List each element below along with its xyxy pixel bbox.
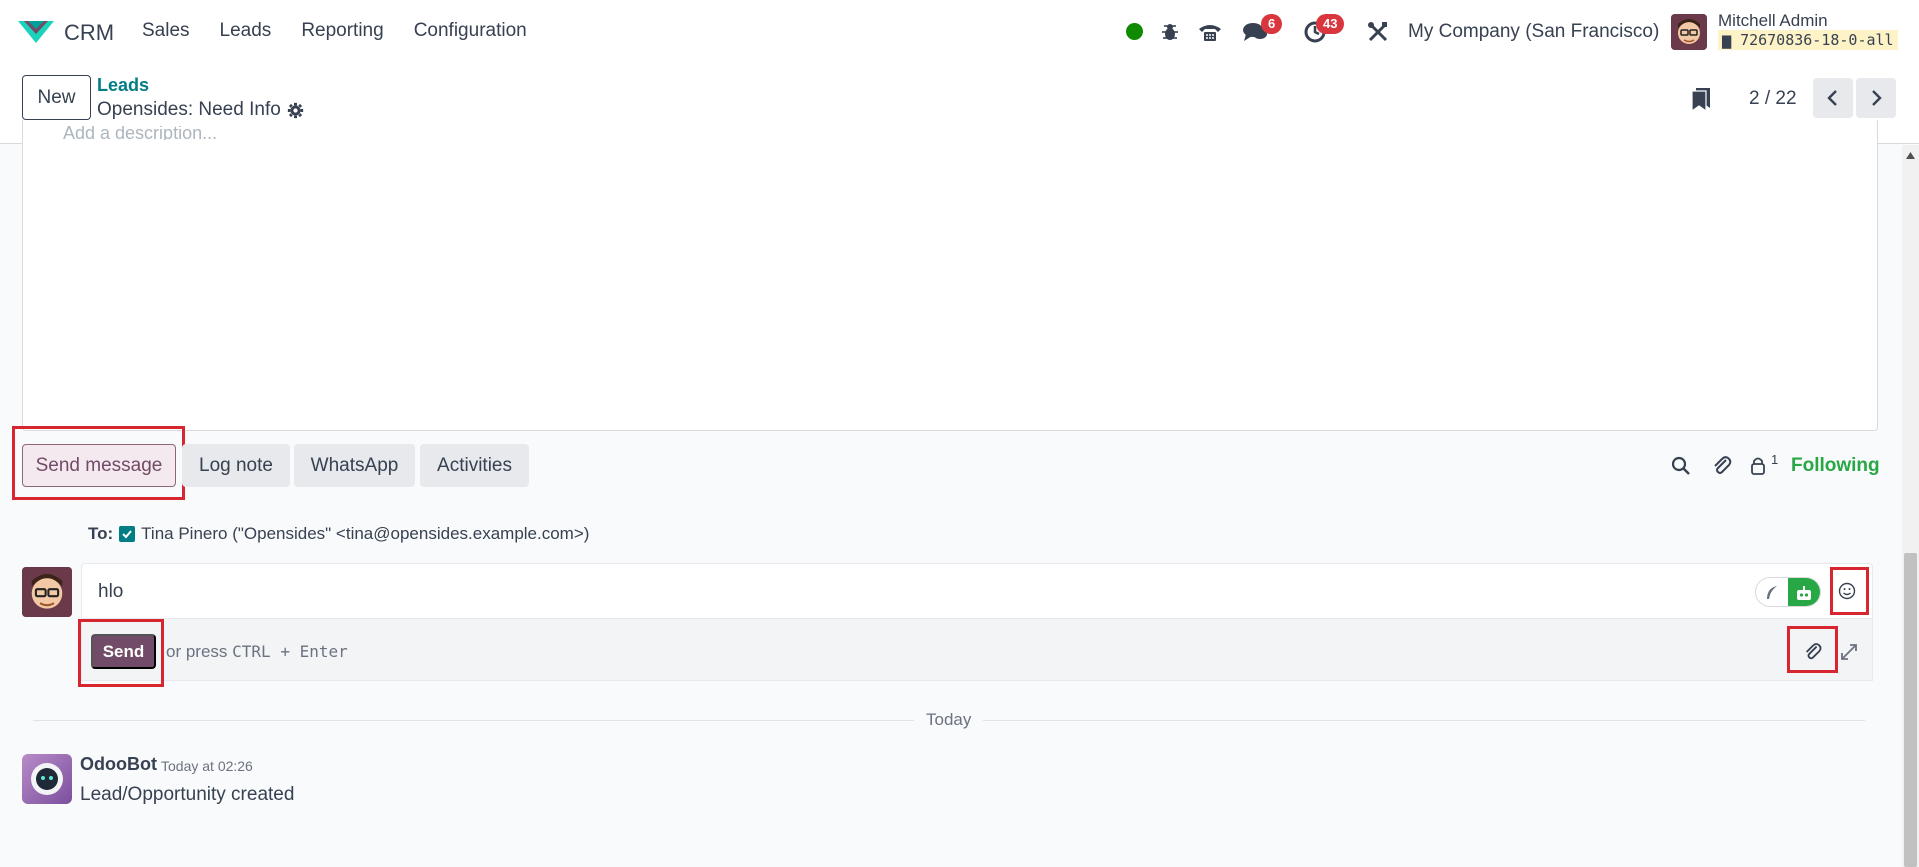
database-name-text: 72670836-18-0-all [1740,31,1894,49]
attachment-icon[interactable] [1708,452,1736,480]
gear-icon[interactable] [287,102,304,119]
activities-count-badge: 43 [1316,14,1345,34]
company-switcher[interactable]: My Company (San Francisco) [1408,21,1659,43]
main-navbar: CRM Sales Leads Reporting Configuration … [0,0,1919,64]
description-editor[interactable]: Add a description... [22,120,1878,431]
menu-configuration[interactable]: Configuration [414,20,527,42]
following-button[interactable]: Following [1791,455,1880,477]
presence-status-icon [1126,23,1143,40]
messages-count-badge: 6 [1261,14,1283,34]
chevron-right-icon [1872,90,1882,106]
recipient-name: Tina Pinero ("Opensides" <tina@opensides… [141,524,590,543]
activities-button[interactable]: Activities [420,444,529,487]
feather-icon[interactable] [1756,578,1788,606]
bug-icon[interactable] [1156,18,1184,46]
log-note-button[interactable]: Log note [182,444,290,487]
composer-avatar [22,567,72,617]
bookmark-icon[interactable] [1690,86,1712,112]
robot-icon[interactable] [1788,578,1820,606]
database-name: ▆ 72670836-18-0-all [1718,30,1898,50]
whatsapp-button[interactable]: WhatsApp [294,444,415,487]
tools-icon[interactable] [1364,18,1392,46]
new-record-button[interactable]: New [22,75,91,120]
pager-previous-button[interactable] [1813,78,1853,118]
send-button[interactable]: Send [91,634,156,669]
emoji-icon[interactable] [1833,577,1861,605]
recipients-line: To: Tina Pinero ("Opensides" <tina@opens… [88,524,589,544]
followers-icon[interactable] [1744,452,1772,480]
menu-reporting[interactable]: Reporting [301,20,383,42]
menu-sales[interactable]: Sales [142,20,190,42]
message-author[interactable]: OdooBot [80,754,157,775]
user-avatar[interactable] [1671,14,1707,50]
pager-next-button[interactable] [1856,78,1896,118]
to-label: To: [88,524,114,543]
scrollbar-thumb[interactable] [1904,553,1917,867]
ai-tools-toggle[interactable] [1755,577,1821,607]
breadcrumb-leads[interactable]: Leads [97,75,149,96]
message-body: Lead/Opportunity created [80,784,295,805]
composer-footer [81,619,1873,681]
message-input[interactable]: hlo [81,563,1873,619]
composer-attachment-icon[interactable] [1799,638,1827,666]
main-menu: Sales Leads Reporting Configuration [142,20,557,42]
odoobot-avatar[interactable] [22,754,72,804]
record-title: Opensides: Need Info [97,99,281,120]
message-time: Today at 02:26 [161,758,253,774]
followers-count: 1 [1771,452,1779,467]
app-name[interactable]: CRM [64,20,114,46]
send-shortcut-hint: or press CTRL + Enter [166,642,348,662]
recipient-checkbox[interactable] [119,526,136,542]
user-name[interactable]: Mitchell Admin [1718,11,1828,31]
send-message-button[interactable]: Send message [22,444,176,487]
search-icon[interactable] [1667,452,1695,480]
crm-logo-icon[interactable] [18,17,54,45]
menu-leads[interactable]: Leads [220,20,272,42]
description-placeholder: Add a description... [63,126,218,140]
chevron-left-icon [1827,90,1837,106]
date-divider: Today [914,710,984,730]
pager-value[interactable]: 2 / 22 [1749,88,1797,110]
phone-icon[interactable] [1196,18,1224,46]
check-icon [122,530,132,539]
scroll-up-icon[interactable] [1904,149,1917,162]
hint-keys: CTRL + Enter [232,642,348,661]
hint-prefix: or press [166,642,228,661]
breadcrumb-current: Opensides: Need Info [97,99,304,121]
database-icon: ▆ [1722,31,1741,49]
message-text: hlo [98,581,124,602]
expand-icon[interactable] [1835,638,1863,666]
